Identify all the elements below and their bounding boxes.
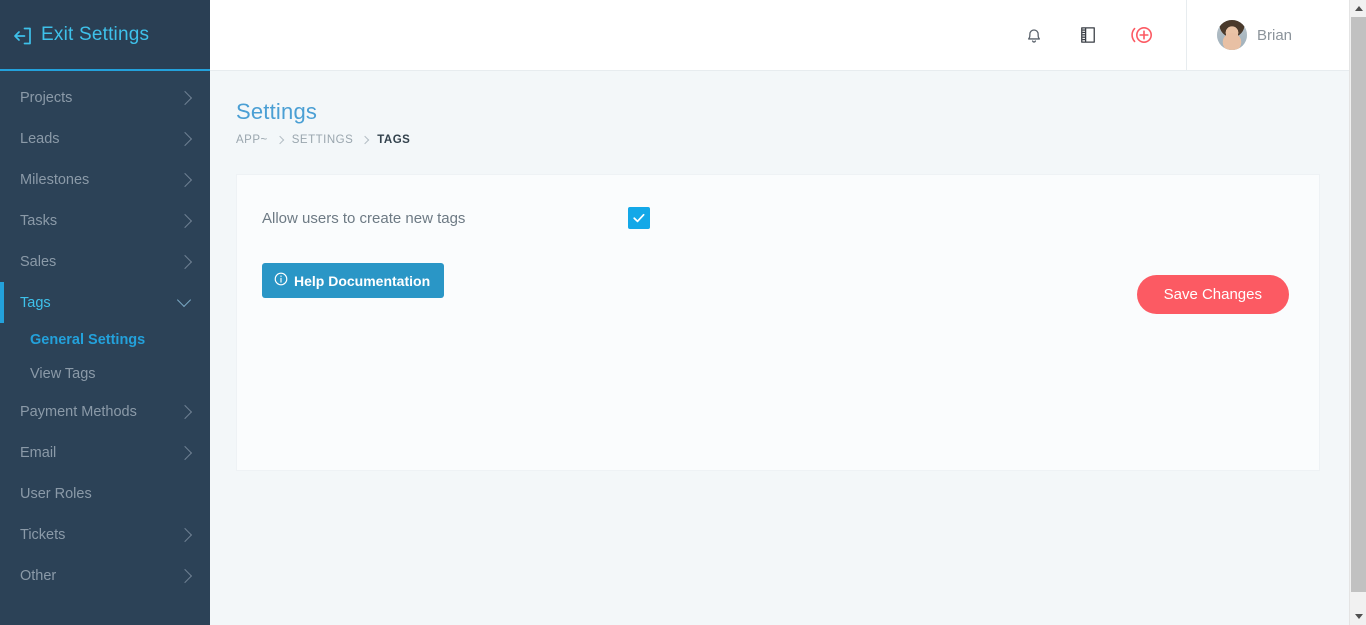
sidebar-item-email[interactable]: Email: [0, 432, 210, 473]
exit-settings-label: Exit Settings: [41, 24, 149, 46]
chevron-up-icon: [1355, 6, 1363, 11]
chevron-down-icon: [177, 292, 191, 306]
user-menu[interactable]: Brian: [1186, 0, 1366, 71]
chevron-right-icon: [178, 131, 192, 145]
sidebar-subitem-view-tags[interactable]: View Tags: [0, 357, 210, 391]
page-title: Settings: [236, 99, 1320, 125]
app-root: Exit Settings Projects Leads Milestones …: [0, 0, 1366, 625]
sidebar-item-leads[interactable]: Leads: [0, 118, 210, 159]
sidebar-item-payment-methods[interactable]: Payment Methods: [0, 391, 210, 432]
sidebar-item-tasks[interactable]: Tasks: [0, 200, 210, 241]
sidebar-item-tickets[interactable]: Tickets: [0, 514, 210, 555]
chevron-right-icon: [275, 136, 283, 144]
allow-tags-checkbox[interactable]: [628, 207, 650, 229]
scroll-down-button[interactable]: [1350, 608, 1366, 625]
sidebar-item-label: User Roles: [20, 486, 192, 502]
chevron-right-icon: [178, 404, 192, 418]
exit-settings-button[interactable]: Exit Settings: [0, 0, 210, 71]
breadcrumb: APP~ SETTINGS TAGS: [236, 134, 1320, 146]
sidebar-subitem-label: View Tags: [30, 366, 96, 382]
avatar: [1217, 20, 1247, 50]
save-changes-button[interactable]: Save Changes: [1137, 275, 1289, 314]
sidebar-item-milestones[interactable]: Milestones: [0, 159, 210, 200]
user-name: Brian: [1257, 27, 1292, 44]
sidebar-item-label: Tasks: [20, 213, 180, 229]
sidebar-item-label: Tickets: [20, 527, 180, 543]
allow-tags-label: Allow users to create new tags: [262, 210, 628, 227]
breadcrumb-item-tags: TAGS: [377, 134, 410, 146]
main-area: Brian Settings APP~ SETTINGS TAGS Allow …: [210, 0, 1366, 625]
help-documentation-button[interactable]: Help Documentation: [262, 263, 444, 298]
sidebar-item-label: Other: [20, 568, 180, 584]
breadcrumb-item-settings[interactable]: SETTINGS: [292, 134, 354, 146]
chevron-down-icon: [1355, 614, 1363, 619]
sidebar-item-other[interactable]: Other: [0, 555, 210, 596]
chevron-right-icon: [178, 568, 192, 582]
sidebar-item-label: Tags: [20, 295, 179, 311]
sidebar-nav: Projects Leads Milestones Tasks Sales Ta: [0, 71, 210, 596]
allow-tags-row: Allow users to create new tags: [262, 203, 1289, 233]
sidebar-item-user-roles[interactable]: User Roles: [0, 473, 210, 514]
chevron-right-icon: [361, 136, 369, 144]
sidebar-item-label: Leads: [20, 131, 180, 147]
bell-icon[interactable]: [1020, 21, 1048, 49]
sidebar-subitem-label: General Settings: [30, 332, 145, 348]
sidebar-item-label: Payment Methods: [20, 404, 180, 420]
sidebar-item-projects[interactable]: Projects: [0, 77, 210, 118]
scrollbar-thumb[interactable]: [1351, 17, 1366, 592]
sidebar-item-label: Projects: [20, 90, 180, 106]
settings-sidebar: Exit Settings Projects Leads Milestones …: [0, 0, 210, 625]
sidebar-subitem-general-settings[interactable]: General Settings: [0, 323, 210, 357]
breadcrumb-item-app[interactable]: APP~: [236, 134, 268, 146]
header-icon-group: [1020, 21, 1186, 49]
top-header: Brian: [210, 0, 1366, 71]
chevron-right-icon: [178, 445, 192, 459]
chevron-right-icon: [178, 90, 192, 104]
info-circle-icon: [274, 272, 288, 289]
chevron-right-icon: [178, 527, 192, 541]
sidebar-item-sales[interactable]: Sales: [0, 241, 210, 282]
sidebar-item-label: Email: [20, 445, 180, 461]
scroll-up-button[interactable]: [1350, 0, 1366, 17]
exit-icon: [12, 25, 34, 47]
settings-card: Allow users to create new tags: [236, 174, 1320, 471]
sidebar-item-label: Milestones: [20, 172, 180, 188]
chevron-right-icon: [178, 254, 192, 268]
sidebar-item-tags[interactable]: Tags: [0, 282, 210, 323]
add-circle-icon[interactable]: [1128, 21, 1156, 49]
chevron-right-icon: [178, 172, 192, 186]
notebook-icon[interactable]: [1074, 21, 1102, 49]
vertical-scrollbar[interactable]: [1349, 0, 1366, 625]
page-content: Settings APP~ SETTINGS TAGS Allow users …: [210, 71, 1366, 625]
sidebar-item-label: Sales: [20, 254, 180, 270]
help-documentation-label: Help Documentation: [294, 273, 430, 289]
chevron-right-icon: [178, 213, 192, 227]
